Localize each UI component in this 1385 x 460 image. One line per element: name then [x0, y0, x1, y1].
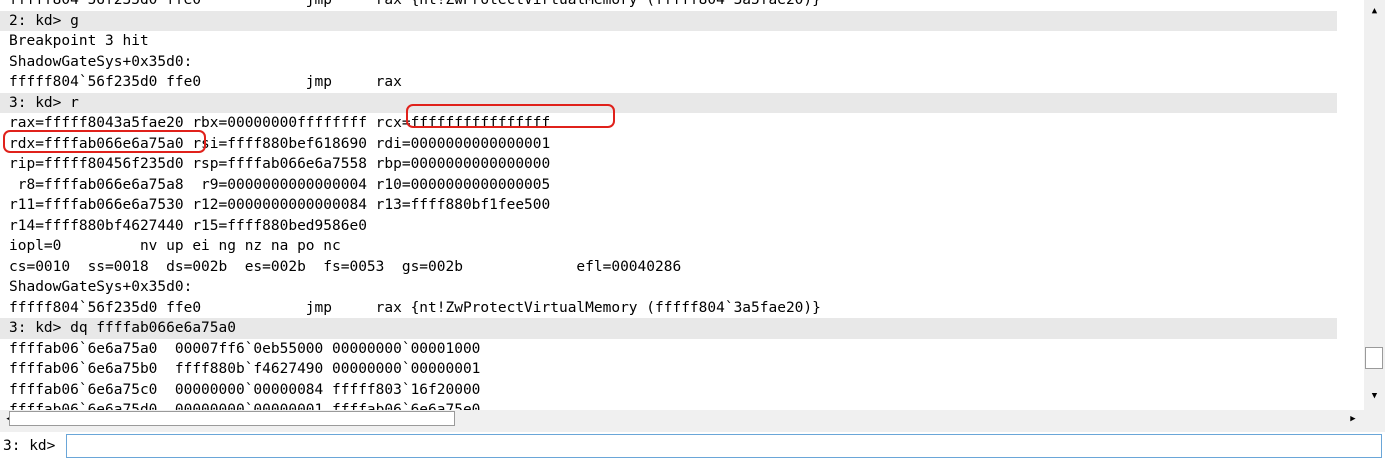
- register-line: r8=ffffab066e6a75a8 r9=0000000000000004 …: [9, 176, 551, 193]
- memory-dump-line: ffffab06`6e6a75c0 00000000`00000084 ffff…: [9, 381, 481, 398]
- segment-line: cs=0010 ss=0018 ds=002b es=002b fs=0053 …: [9, 258, 682, 275]
- command-echo-line: 3: kd> r: [0, 92, 1337, 113]
- horizontal-scrollbar[interactable]: ◀ ▶: [0, 410, 1364, 428]
- command-input[interactable]: [66, 434, 1382, 458]
- scrollbar-corner: [1364, 410, 1385, 428]
- register-line: rdx=ffffab066e6a75a0 rsi=ffff880bef61869…: [9, 135, 551, 152]
- memory-dump-line: ffffab06`6e6a75a0 00007ff6`0eb55000 0000…: [9, 340, 481, 357]
- register-line: rip=fffff80456f235d0 rsp=ffffab066e6a755…: [9, 156, 551, 172]
- command-prompt: 3: kd>: [3, 438, 56, 454]
- command-echo-line: 2: kd> g: [0, 10, 1337, 31]
- register-line: rax=fffff8043a5fae20 rbx=00000000fffffff…: [9, 115, 551, 131]
- horizontal-scroll-thumb[interactable]: [9, 411, 455, 426]
- command-row: 3: kd>: [0, 432, 1385, 460]
- output-line: ShadowGateSys+0x35d0:: [9, 279, 193, 295]
- scroll-down-arrow-icon[interactable]: ▼: [1364, 387, 1385, 405]
- register-line: r14=ffff880bf4627440 r15=ffff880bed9586e…: [9, 217, 367, 234]
- register-line: r11=ffffab066e6a7530 r12=000000000000008…: [9, 197, 551, 213]
- output-line: fffff804`56f235d0 ffe0 jmp rax {nt!ZwPro…: [9, 0, 821, 8]
- debugger-command-window: fffff804`56f235d0 ffe0 jmp rax {nt!ZwPro…: [0, 0, 1385, 460]
- output-line: fffff804`56f235d0 ffe0 jmp rax {nt!ZwPro…: [9, 299, 821, 316]
- memory-dump-line: ffffab06`6e6a75b0 ffff880b`f4627490 0000…: [9, 361, 481, 377]
- vertical-scrollbar[interactable]: ▲ ▼: [1364, 0, 1385, 410]
- flags-line: iopl=0 nv up ei ng nz na po nc: [9, 238, 341, 254]
- output-pane[interactable]: fffff804`56f235d0 ffe0 jmp rax {nt!ZwPro…: [0, 0, 1364, 410]
- command-echo-line: 3: kd> dq ffffab066e6a75a0: [0, 318, 1337, 339]
- output-lines: fffff804`56f235d0 ffe0 jmp rax {nt!ZwPro…: [0, 0, 1337, 410]
- output-line: fffff804`56f235d0 ffe0 jmp rax: [9, 74, 402, 90]
- vertical-scroll-thumb[interactable]: [1365, 347, 1383, 369]
- output-line: ShadowGateSys+0x35d0:: [9, 53, 193, 70]
- scroll-up-arrow-icon[interactable]: ▲: [1364, 2, 1385, 20]
- scroll-right-arrow-icon[interactable]: ▶: [1344, 410, 1362, 428]
- memory-dump-line: ffffab06`6e6a75d0 00000000`00000001 ffff…: [9, 402, 481, 410]
- output-line: Breakpoint 3 hit: [9, 33, 149, 49]
